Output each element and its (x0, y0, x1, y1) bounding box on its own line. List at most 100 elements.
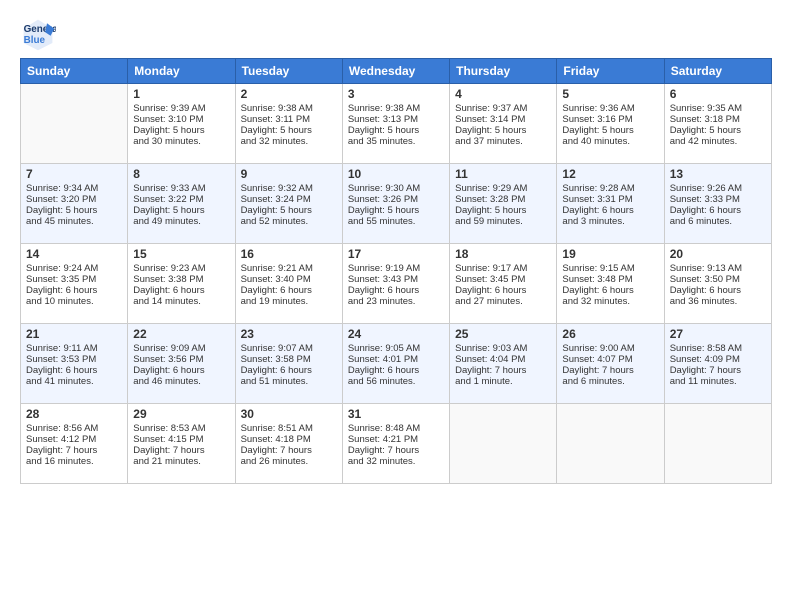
cell-day-number: 9 (241, 167, 337, 181)
cell-info-line: Sunset: 3:43 PM (348, 274, 444, 285)
cell-info-line: and 45 minutes. (26, 216, 122, 227)
cell-info-line: Daylight: 6 hours (562, 205, 658, 216)
cell-info-line: Daylight: 6 hours (670, 205, 766, 216)
cell-info-line: Sunset: 3:48 PM (562, 274, 658, 285)
cell-info-line: Daylight: 6 hours (241, 365, 337, 376)
cell-info-line: Sunrise: 9:38 AM (241, 103, 337, 114)
cell-info-line: Sunset: 3:18 PM (670, 114, 766, 125)
cell-info-line: Daylight: 6 hours (562, 285, 658, 296)
calendar-cell: 27Sunrise: 8:58 AMSunset: 4:09 PMDayligh… (664, 324, 771, 404)
cell-info-line: Sunset: 3:28 PM (455, 194, 551, 205)
cell-day-number: 26 (562, 327, 658, 341)
day-header-sunday: Sunday (21, 59, 128, 84)
cell-info-line: and 51 minutes. (241, 376, 337, 387)
cell-day-number: 24 (348, 327, 444, 341)
cell-info-line: and 46 minutes. (133, 376, 229, 387)
week-row-4: 21Sunrise: 9:11 AMSunset: 3:53 PMDayligh… (21, 324, 772, 404)
cell-info-line: Sunset: 4:09 PM (670, 354, 766, 365)
cell-info-line: Sunrise: 9:07 AM (241, 343, 337, 354)
cell-info-line: Sunset: 3:11 PM (241, 114, 337, 125)
logo-icon: General Blue (20, 16, 56, 52)
calendar-cell: 25Sunrise: 9:03 AMSunset: 4:04 PMDayligh… (450, 324, 557, 404)
calendar-cell: 21Sunrise: 9:11 AMSunset: 3:53 PMDayligh… (21, 324, 128, 404)
cell-info-line: Daylight: 5 hours (348, 125, 444, 136)
cell-info-line: Daylight: 7 hours (241, 445, 337, 456)
cell-info-line: Daylight: 6 hours (348, 285, 444, 296)
cell-info-line: Sunset: 3:58 PM (241, 354, 337, 365)
cell-info-line: Sunset: 3:38 PM (133, 274, 229, 285)
cell-info-line: Sunrise: 9:29 AM (455, 183, 551, 194)
cell-info-line: Sunrise: 9:26 AM (670, 183, 766, 194)
cell-info-line: Sunset: 3:10 PM (133, 114, 229, 125)
calendar-cell: 19Sunrise: 9:15 AMSunset: 3:48 PMDayligh… (557, 244, 664, 324)
cell-info-line: and 52 minutes. (241, 216, 337, 227)
cell-info-line: and 23 minutes. (348, 296, 444, 307)
calendar-cell (664, 404, 771, 484)
cell-info-line: and 3 minutes. (562, 216, 658, 227)
cell-day-number: 8 (133, 167, 229, 181)
calendar-cell: 31Sunrise: 8:48 AMSunset: 4:21 PMDayligh… (342, 404, 449, 484)
cell-info-line: Daylight: 5 hours (133, 125, 229, 136)
cell-info-line: Sunset: 3:33 PM (670, 194, 766, 205)
cell-info-line: Daylight: 7 hours (562, 365, 658, 376)
week-row-3: 14Sunrise: 9:24 AMSunset: 3:35 PMDayligh… (21, 244, 772, 324)
calendar-cell: 29Sunrise: 8:53 AMSunset: 4:15 PMDayligh… (128, 404, 235, 484)
cell-info-line: Sunrise: 9:05 AM (348, 343, 444, 354)
cell-info-line: Daylight: 7 hours (455, 365, 551, 376)
cell-info-line: Sunrise: 9:15 AM (562, 263, 658, 274)
cell-day-number: 27 (670, 327, 766, 341)
cell-info-line: and 35 minutes. (348, 136, 444, 147)
day-header-tuesday: Tuesday (235, 59, 342, 84)
cell-info-line: Daylight: 5 hours (133, 205, 229, 216)
cell-info-line: Sunrise: 9:19 AM (348, 263, 444, 274)
cell-day-number: 11 (455, 167, 551, 181)
calendar-cell: 9Sunrise: 9:32 AMSunset: 3:24 PMDaylight… (235, 164, 342, 244)
day-header-saturday: Saturday (664, 59, 771, 84)
calendar-cell: 14Sunrise: 9:24 AMSunset: 3:35 PMDayligh… (21, 244, 128, 324)
cell-info-line: and 26 minutes. (241, 456, 337, 467)
header: General Blue (20, 16, 772, 52)
logo: General Blue (20, 16, 60, 52)
cell-day-number: 6 (670, 87, 766, 101)
cell-info-line: Sunset: 3:45 PM (455, 274, 551, 285)
calendar-cell: 15Sunrise: 9:23 AMSunset: 3:38 PMDayligh… (128, 244, 235, 324)
calendar-cell: 11Sunrise: 9:29 AMSunset: 3:28 PMDayligh… (450, 164, 557, 244)
cell-info-line: Sunset: 3:50 PM (670, 274, 766, 285)
cell-info-line: Sunrise: 9:39 AM (133, 103, 229, 114)
cell-info-line: Sunrise: 9:35 AM (670, 103, 766, 114)
cell-info-line: Daylight: 5 hours (26, 205, 122, 216)
cell-day-number: 22 (133, 327, 229, 341)
cell-info-line: Sunrise: 9:33 AM (133, 183, 229, 194)
cell-info-line: Sunrise: 9:00 AM (562, 343, 658, 354)
cell-day-number: 31 (348, 407, 444, 421)
cell-info-line: Sunrise: 9:03 AM (455, 343, 551, 354)
calendar-cell: 1 Sunrise: 9:39 AMSunset: 3:10 PMDaylight… (128, 84, 235, 164)
calendar-cell: 5Sunrise: 9:36 AMSunset: 3:16 PMDaylight… (557, 84, 664, 164)
cell-info-line: Sunrise: 9:38 AM (348, 103, 444, 114)
cell-info-line: and 37 minutes. (455, 136, 551, 147)
calendar-cell (450, 404, 557, 484)
cell-info-line: and 11 minutes. (670, 376, 766, 387)
calendar-cell: 3Sunrise: 9:38 AMSunset: 3:13 PMDaylight… (342, 84, 449, 164)
cell-info-line: Daylight: 5 hours (348, 205, 444, 216)
calendar-cell: 8Sunrise: 9:33 AMSunset: 3:22 PMDaylight… (128, 164, 235, 244)
cell-info-line: Sunrise: 8:58 AM (670, 343, 766, 354)
calendar-cell: 30Sunrise: 8:51 AMSunset: 4:18 PMDayligh… (235, 404, 342, 484)
cell-info-line: Sunrise: 9:32 AM (241, 183, 337, 194)
cell-info-line: Sunrise: 9:36 AM (562, 103, 658, 114)
cell-info-line: and 32 minutes. (241, 136, 337, 147)
cell-info-line: Sunrise: 9:09 AM (133, 343, 229, 354)
cell-day-number: 1 (133, 87, 229, 101)
calendar-cell: 12Sunrise: 9:28 AMSunset: 3:31 PMDayligh… (557, 164, 664, 244)
cell-day-number: 7 (26, 167, 122, 181)
cell-info-line: Sunset: 4:01 PM (348, 354, 444, 365)
cell-info-line: Daylight: 6 hours (26, 365, 122, 376)
cell-info-line: Sunrise: 9:37 AM (455, 103, 551, 114)
cell-day-number: 15 (133, 247, 229, 261)
page: General Blue SundayMondayTuesdayWednesda… (0, 0, 792, 494)
calendar-cell (21, 84, 128, 164)
calendar-cell: 6Sunrise: 9:35 AMSunset: 3:18 PMDaylight… (664, 84, 771, 164)
cell-info-line: and 32 minutes. (348, 456, 444, 467)
cell-day-number: 5 (562, 87, 658, 101)
cell-info-line: and 16 minutes. (26, 456, 122, 467)
